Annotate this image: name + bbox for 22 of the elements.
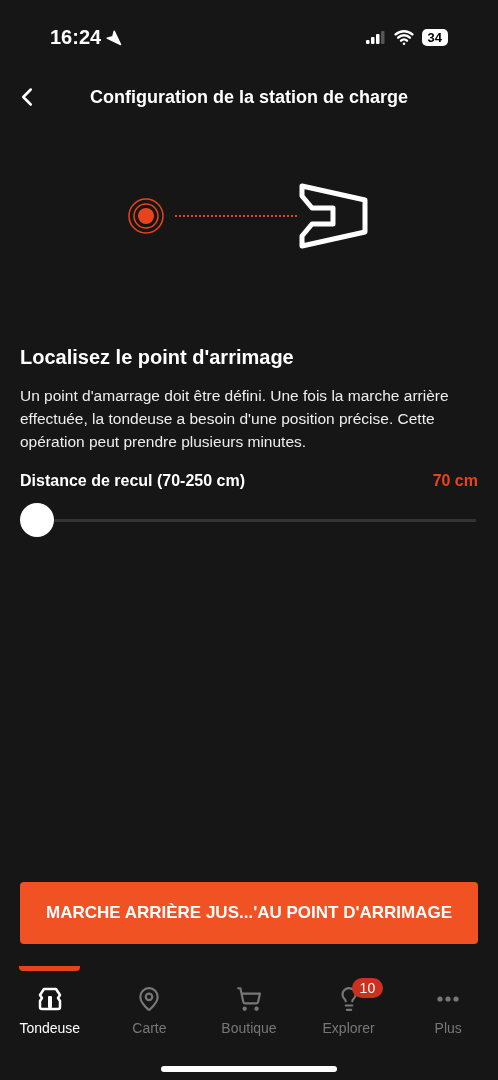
signal-icon — [365, 30, 386, 44]
battery-level: 34 — [421, 28, 448, 46]
reverse-to-dock-button[interactable]: MARCHE ARRIÈRE JUS...'AU POINT D'ARRIMAGE — [20, 882, 478, 944]
slider-value: 70 cm — [432, 471, 478, 491]
mower-icon — [36, 986, 63, 1012]
tab-bar-item[interactable]: Boutique — [199, 966, 299, 1066]
wifi-icon — [393, 27, 414, 47]
tab-bar-item[interactable]: Tondeuse — [0, 966, 100, 1066]
section-title: Localisez le point d'arrimage — [20, 345, 295, 370]
cart-icon — [236, 986, 262, 1012]
tab-bar-item[interactable]: Carte — [99, 966, 200, 1066]
section-description: Un point d'amarrage doit être défini. Une fois la marche arrière effectuée, la tondeuse a besoin d'une position précise. Cette opération peut prendre plusieurs minutes. — [20, 386, 450, 452]
tab-bar-item[interactable]: Plus — [398, 966, 498, 1066]
slider-thumb[interactable] — [20, 503, 54, 537]
page-title: Configuration de la station de charge — [88, 85, 409, 109]
active-tab-indicator — [19, 966, 80, 971]
notification-badge: 10 — [351, 978, 384, 998]
tab-bar-item[interactable]: 10 Explorer — [298, 966, 399, 1066]
status-time: 16:24 — [50, 25, 102, 50]
slider-label: Distance de recul (70-250 cm) — [20, 471, 245, 491]
more-icon — [437, 996, 460, 1002]
location-arrow-icon — [105, 28, 123, 46]
